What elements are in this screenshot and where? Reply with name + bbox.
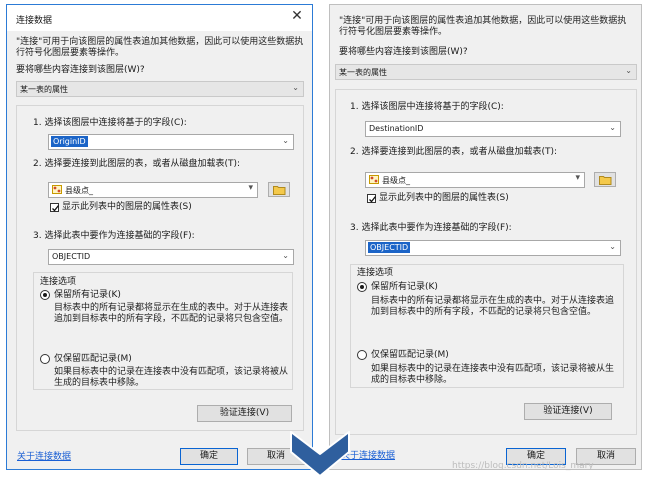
join-table-value: 县级点_ bbox=[65, 186, 93, 195]
join-options-group: 连接选项 保留所有记录(K) 目标表中的所有记录都将显示在生成的表中。对于从连接… bbox=[350, 264, 624, 388]
table-field-select[interactable]: OBJECTID ⌄ bbox=[48, 249, 294, 265]
open-folder-button[interactable] bbox=[268, 182, 290, 197]
join-data-dialog-right: "连接"可用于向该图层的属性表追加其他数据，因此可以使用这些数据执行符号化图层要… bbox=[329, 4, 642, 470]
keep-all-description: 目标表中的所有记录都将显示在生成的表中。对于从连接表追加到目标表中的所有字段，不… bbox=[54, 303, 289, 324]
title-bar: 连接数据 ✕ bbox=[7, 5, 312, 31]
show-layers-label: 显示此列表中的图层的属性表(S) bbox=[379, 193, 509, 203]
keep-all-description: 目标表中的所有记录都将显示在生成的表中。对于从连接表追加到目标表中的所有字段，不… bbox=[371, 296, 615, 317]
keep-matching-description: 如果目标表中的记录在连接表中没有匹配项，该记录将被从生成的目标表中移除。 bbox=[54, 367, 289, 388]
join-data-dialog-left: 连接数据 ✕ "连接"可用于向该图层的属性表追加其他数据，因此可以使用这些数据执… bbox=[6, 4, 313, 470]
join-question-label: 要将哪些内容连接到该图层(W)? bbox=[16, 65, 145, 75]
step2-label: 2. 选择要连接到此图层的表，或者从磁盘加载表(T): bbox=[33, 159, 241, 169]
step3-label: 3. 选择此表中要作为连接基础的字段(F): bbox=[350, 223, 512, 233]
keep-matching-radio[interactable] bbox=[40, 354, 50, 364]
open-folder-button[interactable] bbox=[594, 172, 616, 187]
keep-all-label: 保留所有记录(K) bbox=[371, 282, 438, 292]
layer-field-value: OriginID bbox=[51, 136, 88, 147]
dropdown-arrow-icon: ▾ bbox=[575, 173, 580, 183]
chevron-down-icon: ⌄ bbox=[282, 136, 289, 145]
validate-join-button[interactable]: 验证连接(V) bbox=[524, 403, 612, 420]
point-layer-icon bbox=[369, 175, 379, 184]
dropdown-arrow-icon: ▾ bbox=[248, 183, 253, 193]
point-layer-icon bbox=[52, 185, 62, 194]
step3-label: 3. 选择此表中要作为连接基础的字段(F): bbox=[33, 231, 195, 241]
show-layers-checkbox[interactable] bbox=[367, 194, 377, 203]
join-table-select[interactable]: 县级点_ ▾ bbox=[365, 172, 585, 188]
validate-join-button[interactable]: 验证连接(V) bbox=[197, 405, 292, 422]
layer-field-select[interactable]: OriginID ⌄ bbox=[48, 134, 294, 150]
folder-icon bbox=[599, 176, 612, 185]
join-type-value: 某一表的属性 bbox=[339, 68, 387, 77]
join-question-label: 要将哪些内容连接到该图层(W)? bbox=[339, 47, 468, 57]
check-icon bbox=[369, 196, 377, 203]
about-joining-link[interactable]: 关于连接数据 bbox=[17, 449, 71, 462]
close-icon[interactable]: ✕ bbox=[288, 7, 306, 25]
join-options-group: 连接选项 保留所有记录(K) 目标表中的所有记录都将显示在生成的表中。对于从连接… bbox=[33, 272, 293, 390]
join-table-value: 县级点_ bbox=[382, 176, 410, 185]
intro-text: "连接"可用于向该图层的属性表追加其他数据，因此可以使用这些数据执行符号化图层要… bbox=[16, 37, 304, 58]
layer-field-value: DestinationID bbox=[369, 124, 424, 133]
show-layers-label: 显示此列表中的图层的属性表(S) bbox=[62, 202, 192, 212]
chevron-down-icon: ⌄ bbox=[625, 66, 632, 75]
join-settings-panel: 1. 选择该图层中连接将基于的字段(C): DestinationID ⌄ 2.… bbox=[335, 89, 637, 435]
folder-icon bbox=[273, 186, 286, 195]
dialog-title: 连接数据 bbox=[16, 16, 53, 26]
down-arrow-icon bbox=[290, 431, 350, 477]
step2-label: 2. 选择要连接到此图层的表，或者从磁盘加载表(T): bbox=[350, 147, 558, 157]
keep-matching-label: 仅保留匹配记录(M) bbox=[54, 354, 132, 364]
keep-matching-radio[interactable] bbox=[357, 350, 367, 360]
intro-text: "连接"可用于向该图层的属性表追加其他数据，因此可以使用这些数据执行符号化图层要… bbox=[339, 16, 627, 37]
table-field-value: OBJECTID bbox=[368, 242, 411, 253]
step1-label: 1. 选择该图层中连接将基于的字段(C): bbox=[33, 118, 187, 128]
chevron-down-icon: ⌄ bbox=[292, 83, 299, 92]
join-type-select[interactable]: 某一表的属性 ⌄ bbox=[335, 64, 637, 80]
watermark-url: https://blog.csdn.net/Lois_mary bbox=[452, 461, 594, 471]
ok-button[interactable]: 确定 bbox=[180, 448, 238, 465]
join-table-select[interactable]: 县级点_ ▾ bbox=[48, 182, 258, 198]
join-options-title: 连接选项 bbox=[40, 277, 77, 287]
show-layers-checkbox[interactable] bbox=[50, 203, 60, 212]
table-field-value: OBJECTID bbox=[52, 252, 91, 261]
step1-label: 1. 选择该图层中连接将基于的字段(C): bbox=[350, 102, 504, 112]
chevron-down-icon: ⌄ bbox=[609, 123, 616, 132]
join-settings-panel: 1. 选择该图层中连接将基于的字段(C): OriginID ⌄ 2. 选择要连… bbox=[16, 105, 304, 431]
join-type-select[interactable]: 某一表的属性 ⌄ bbox=[16, 81, 304, 97]
join-options-title: 连接选项 bbox=[357, 268, 394, 278]
keep-all-radio[interactable] bbox=[357, 282, 367, 292]
chevron-down-icon: ⌄ bbox=[282, 251, 289, 260]
keep-all-radio[interactable] bbox=[40, 290, 50, 300]
layer-field-select[interactable]: DestinationID ⌄ bbox=[365, 121, 621, 137]
join-type-value: 某一表的属性 bbox=[20, 85, 68, 94]
check-icon bbox=[52, 205, 60, 212]
chevron-down-icon: ⌄ bbox=[609, 242, 616, 251]
keep-matching-label: 仅保留匹配记录(M) bbox=[371, 350, 449, 360]
keep-matching-description: 如果目标表中的记录在连接表中没有匹配项，该记录将被从生成的目标表中移除。 bbox=[371, 364, 615, 385]
keep-all-label: 保留所有记录(K) bbox=[54, 290, 121, 300]
table-field-select[interactable]: OBJECTID ⌄ bbox=[365, 240, 621, 256]
